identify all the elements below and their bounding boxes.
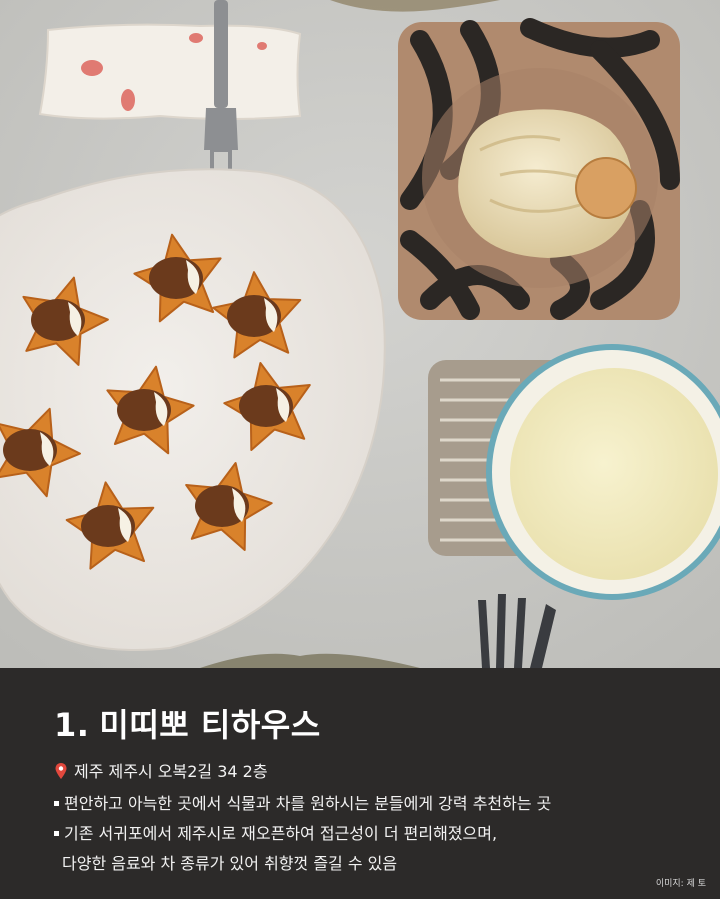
biscuit	[575, 157, 637, 219]
chopstick-rest	[38, 23, 302, 120]
bullet-text: 기존 서귀포에서 제주시로 재오픈하여 접근성이 더 편리해졌으며,	[64, 824, 498, 843]
bullet-icon	[54, 831, 59, 836]
striped-bowl	[398, 18, 680, 320]
food-photo-illustration	[0, 0, 720, 668]
bullet-text: 편안하고 아늑한 곳에서 식물과 차를 원하시는 분들에게 강력 추천하는 곳	[64, 794, 552, 813]
bullet-continuation: 다양한 음료와 차 종류가 있어 취향껏 즐길 수 있음	[62, 854, 398, 873]
location-line: 제주 제주시 오복2길 34 2층	[54, 762, 268, 782]
place-title: 1. 미띠뽀 티하우스	[54, 700, 321, 746]
bullet-icon	[54, 801, 59, 806]
place-number: 1.	[54, 706, 90, 744]
place-name: 미띠뽀 티하우스	[99, 706, 321, 744]
pin-icon	[55, 763, 67, 779]
caption-panel: 1. 미띠뽀 티하우스 제주 제주시 오복2길 34 2층 편안하고 아늑한 곳에…	[0, 668, 720, 899]
bullet-item: 편안하고 아늑한 곳에서 식물과 차를 원하시는 분들에게 강력 추천하는 곳	[54, 794, 551, 814]
location-text: 제주 제주시 오복2길 34 2층	[74, 762, 268, 781]
image-credit: 이미지: 제 토	[655, 879, 706, 889]
food-photo	[0, 0, 720, 668]
bullet-item: 기존 서귀포에서 제주시로 재오픈하여 접근성이 더 편리해졌으며,	[54, 824, 497, 844]
